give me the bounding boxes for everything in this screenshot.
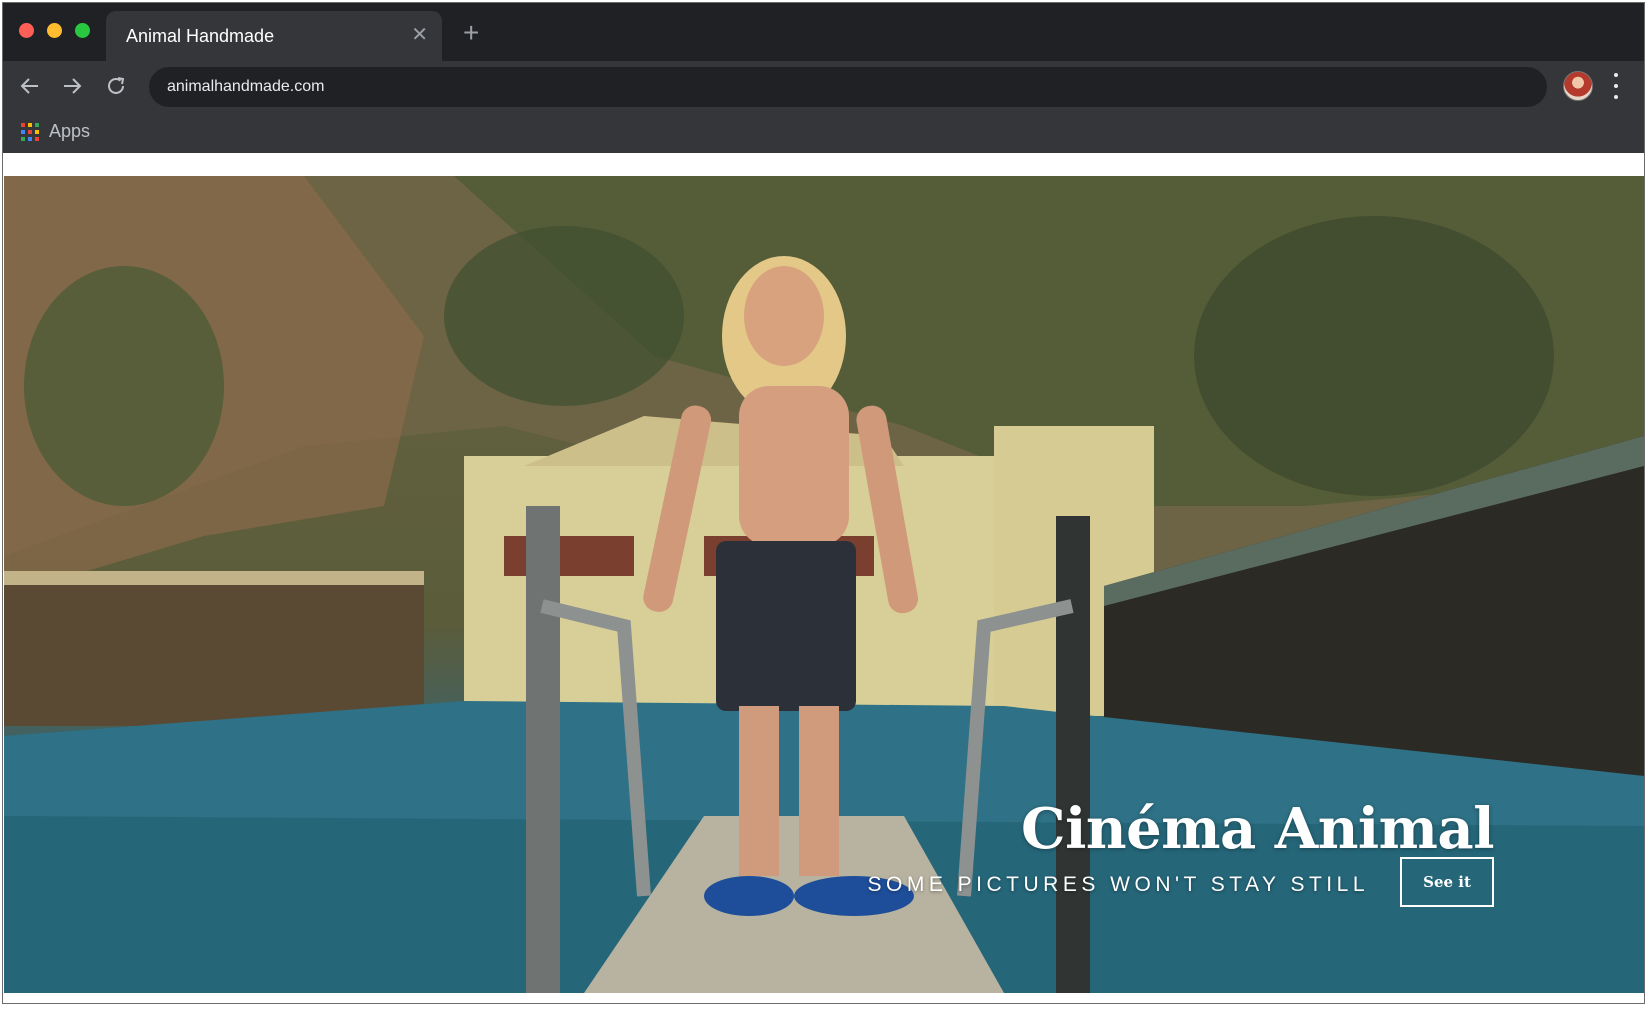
web-page: Cinéma Animal SOME PICTURES WON'T STAY S… [3,153,1644,1003]
close-icon[interactable]: ✕ [411,23,428,47]
tab-strip: Animal Handmade ✕ + [3,3,1644,61]
see-it-button[interactable]: See it [1400,857,1494,907]
active-tab[interactable]: Animal Handmade ✕ [106,11,442,61]
address-bar[interactable]: animalhandmade.com [149,67,1547,107]
hero-title: Cinéma Animal [1021,796,1494,862]
hero-tagline: SOME PICTURES WON'T STAY STILL [867,873,1369,896]
browser-window: Animal Handmade ✕ + animalhandmade.com A… [2,2,1645,1004]
profile-avatar[interactable] [1563,71,1593,101]
hero-photo [4,176,1644,993]
tab-title: Animal Handmade [126,26,275,46]
bookmarks-bar: Apps [3,111,1644,153]
browser-toolbar: animalhandmade.com [3,61,1644,111]
url-text: animalhandmade.com [167,78,325,95]
back-arrow-icon[interactable] [15,71,45,101]
forward-arrow-icon[interactable] [57,71,87,101]
plus-icon[interactable]: + [463,19,479,47]
apps-grid-icon[interactable] [21,123,39,141]
reload-icon[interactable] [101,71,131,101]
kebab-menu-icon[interactable] [1611,73,1621,99]
minimize-window-button[interactable] [47,23,62,38]
window-controls [19,23,90,38]
hero-banner: Cinéma Animal SOME PICTURES WON'T STAY S… [4,176,1644,993]
bookmark-apps[interactable]: Apps [49,121,90,142]
close-window-button[interactable] [19,23,34,38]
maximize-window-button[interactable] [75,23,90,38]
